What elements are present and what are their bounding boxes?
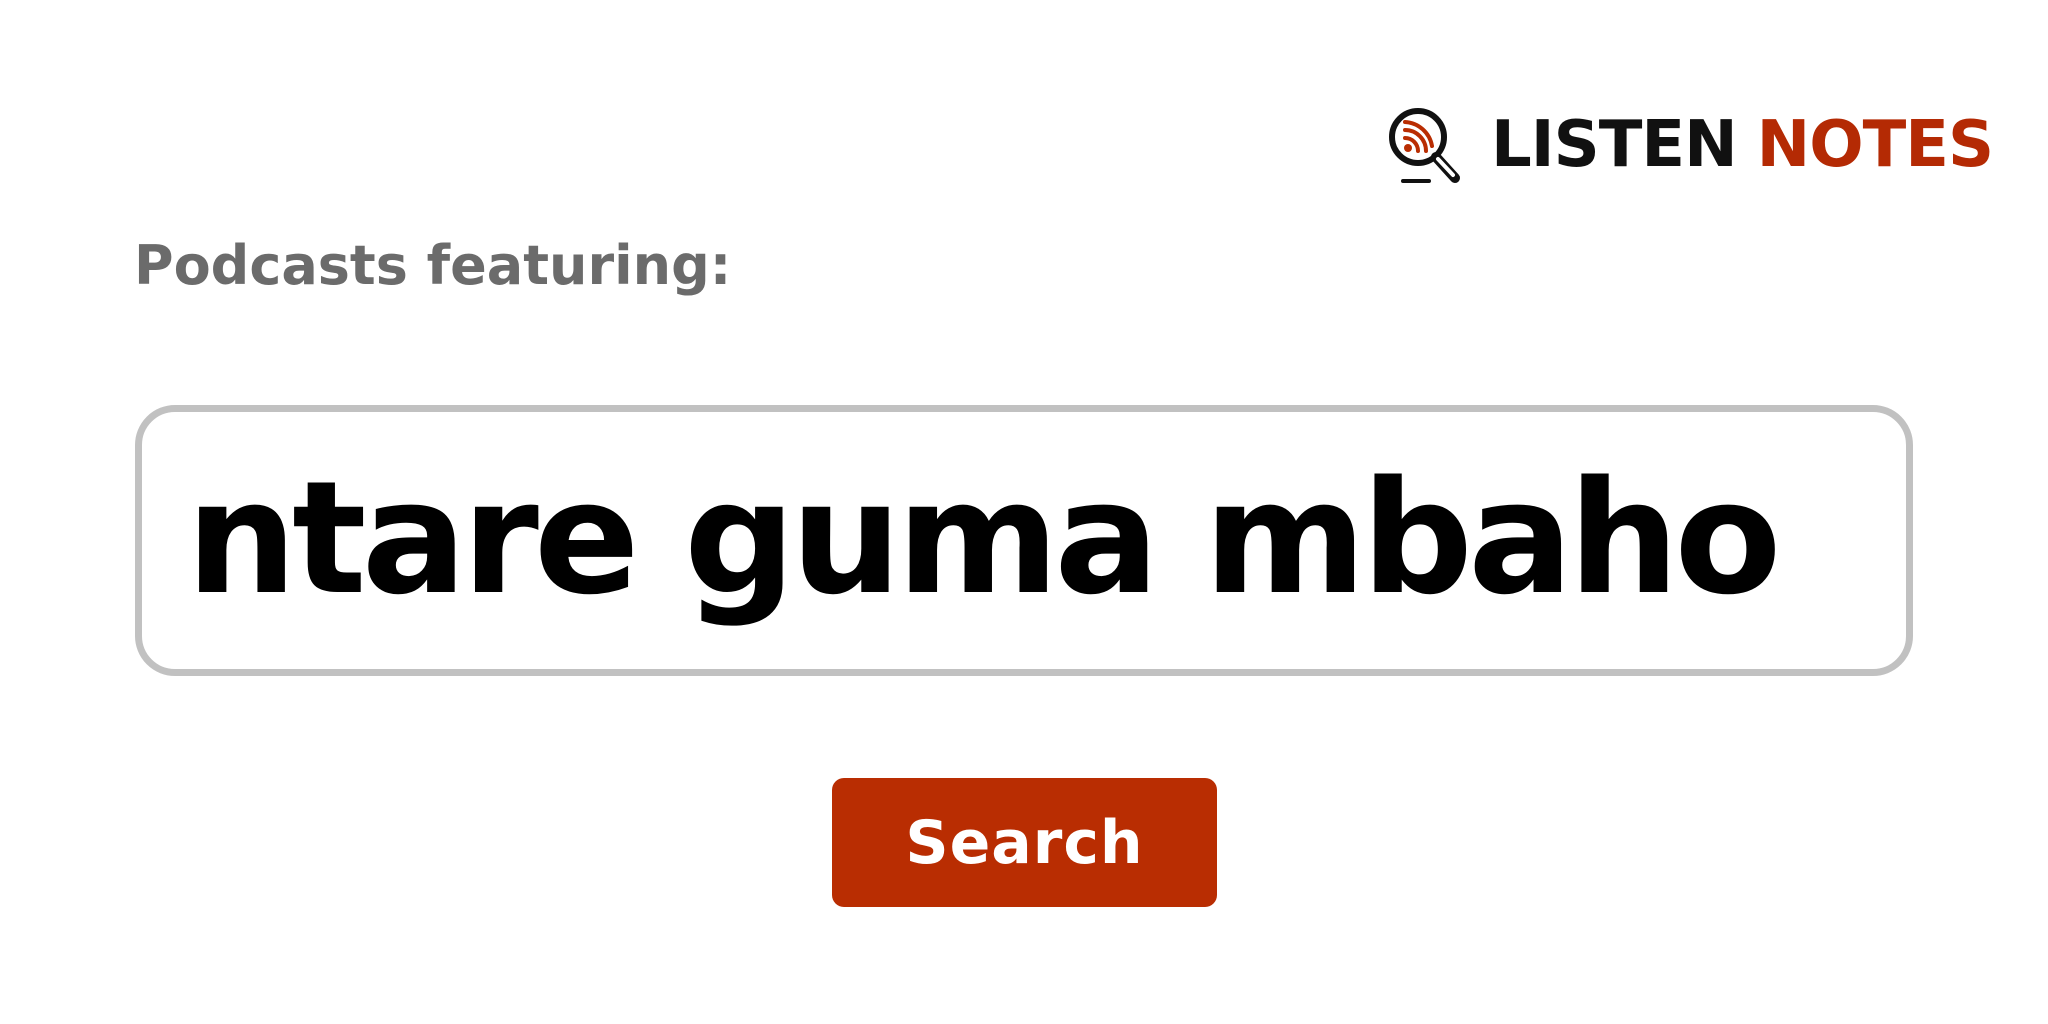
search-button[interactable]: Search [832,778,1217,907]
search-query-text: ntare guma mbaho [186,446,1782,629]
magnifier-rss-icon [1389,108,1460,183]
logo-word-notes: NOTES [1756,108,1994,182]
podcasts-featuring-label: Podcasts featuring: [134,234,732,297]
search-input[interactable]: ntare guma mbaho [135,405,1913,676]
logo-wordmark: LISTEN NOTES [1491,113,1994,177]
listen-notes-logo: LISTEN NOTES [1385,104,1994,186]
logo-word-listen: LISTEN [1491,108,1738,182]
